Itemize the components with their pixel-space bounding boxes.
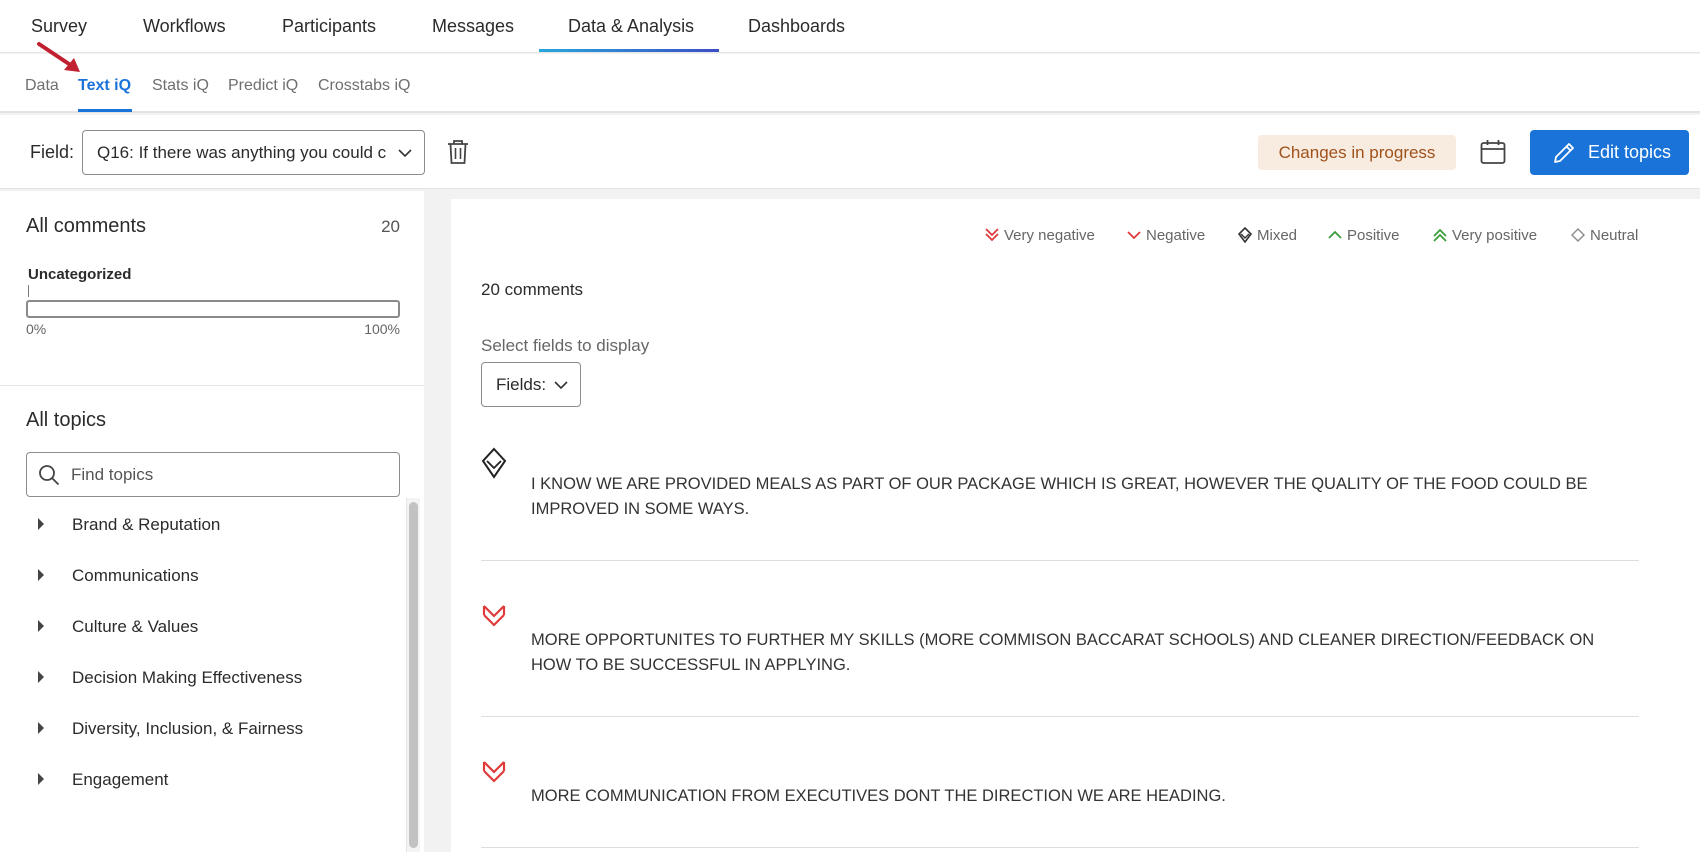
status-badge: Changes in progress <box>1258 135 1456 170</box>
expand-caret-icon[interactable] <box>38 722 44 734</box>
pencil-icon <box>1554 143 1574 163</box>
nav-tab-messages[interactable]: Messages <box>432 16 514 37</box>
topic-item-communications[interactable]: Communications <box>0 556 405 596</box>
topic-label: Culture & Values <box>72 617 199 636</box>
active-subtab-indicator <box>78 109 132 112</box>
field-select-value: Q16: If there was anything you could c <box>97 143 387 162</box>
trash-icon[interactable] <box>447 139 469 165</box>
progress-marker <box>28 285 29 297</box>
legend-very-negative: Very negative <box>985 227 1095 247</box>
expand-caret-icon[interactable] <box>38 518 44 530</box>
sidebar-divider <box>0 385 424 386</box>
nav-tab-dashboards[interactable]: Dashboards <box>748 16 845 37</box>
all-comments-count: 20 <box>381 217 400 236</box>
chevron-down-icon <box>398 149 412 158</box>
topic-item-decision-making[interactable]: Decision Making Effectiveness <box>0 658 405 698</box>
mixed-sentiment-icon[interactable] <box>481 447 507 479</box>
topic-item-diversity[interactable]: Diversity, Inclusion, & Fairness <box>0 709 405 749</box>
expand-caret-icon[interactable] <box>38 671 44 683</box>
legend-very-positive: Very positive <box>1433 227 1537 247</box>
topics-scrollbar-thumb[interactable] <box>409 502 418 848</box>
uncategorized-label: Uncategorized <box>28 266 132 283</box>
comment-divider <box>481 847 1639 848</box>
subtab-data[interactable]: Data <box>25 77 59 95</box>
topic-label: Decision Making Effectiveness <box>72 668 303 687</box>
very-negative-icon <box>985 228 999 242</box>
legend-negative: Negative <box>1127 227 1205 247</box>
search-icon <box>39 465 60 486</box>
field-toolbar: Field: Q16: If there was anything you co… <box>0 115 1700 189</box>
topic-label: Communications <box>72 566 199 585</box>
nav-tab-data-analysis[interactable]: Data & Analysis <box>568 16 694 37</box>
comments-panel: Very negative Negative Mixed Positive Ve… <box>451 199 1700 852</box>
progress-max-label: 100% <box>364 321 400 337</box>
subtab-crosstabs-iq[interactable]: Crosstabs iQ <box>318 77 410 95</box>
nav-tab-workflows[interactable]: Workflows <box>143 16 226 37</box>
expand-caret-icon[interactable] <box>38 620 44 632</box>
topic-label: Engagement <box>72 770 169 789</box>
subtab-stats-iq[interactable]: Stats iQ <box>152 77 209 95</box>
positive-icon <box>1328 230 1342 239</box>
very-positive-icon <box>1433 228 1447 242</box>
edit-topics-label: Edit topics <box>1588 142 1672 162</box>
expand-caret-icon[interactable] <box>38 773 44 785</box>
legend-positive: Positive <box>1328 227 1400 247</box>
uncategorized-progress-bar <box>26 300 400 318</box>
negative-icon <box>1127 231 1141 240</box>
topic-search <box>26 452 400 497</box>
comment-text: I KNOW WE ARE PROVIDED MEALS AS PART OF … <box>531 475 1588 518</box>
calendar-icon[interactable] <box>1480 139 1506 165</box>
progress-min-label: 0% <box>26 321 47 337</box>
edit-topics-button[interactable]: Edit topics <box>1530 130 1689 175</box>
top-navigation: Survey Workflows Participants Messages D… <box>0 0 1700 53</box>
select-fields-label: Select fields to display <box>481 336 650 355</box>
field-label: Field: <box>30 142 75 162</box>
chevron-down-icon <box>554 381 568 390</box>
neutral-icon <box>1571 228 1585 242</box>
all-comments-title[interactable]: All comments <box>26 215 146 238</box>
topic-label: Brand & Reputation <box>72 515 221 534</box>
field-select[interactable]: Q16: If there was anything you could c <box>82 130 425 175</box>
topic-item-brand-reputation[interactable]: Brand & Reputation <box>0 505 405 545</box>
comment-count: 20 comments <box>481 280 584 299</box>
comment-divider <box>481 560 1639 561</box>
fields-dropdown-label: Fields: <box>496 375 547 394</box>
topics-sidebar: All comments 20 Uncategorized 0% 100% Al… <box>0 191 424 852</box>
mixed-icon <box>1237 226 1253 244</box>
comment-text: MORE COMMUNICATION FROM EXECUTIVES DONT … <box>531 787 1226 805</box>
fields-dropdown[interactable]: Fields: <box>481 362 581 407</box>
comment-text: MORE OPPORTUNITES TO FURTHER MY SKILLS (… <box>531 631 1595 674</box>
subtab-text-iq[interactable]: Text iQ <box>78 77 131 95</box>
active-tab-indicator <box>539 49 719 52</box>
nav-tab-participants[interactable]: Participants <box>282 16 376 37</box>
very-negative-sentiment-icon[interactable] <box>481 759 507 789</box>
nav-tab-survey[interactable]: Survey <box>31 16 87 37</box>
legend-mixed: Mixed <box>1237 226 1297 247</box>
very-negative-sentiment-icon[interactable] <box>481 603 507 633</box>
topic-label: Diversity, Inclusion, & Fairness <box>72 719 304 738</box>
all-topics-title: All topics <box>26 409 107 431</box>
expand-caret-icon[interactable] <box>38 569 44 581</box>
find-topics-input[interactable] <box>71 463 381 487</box>
sub-navigation: Data Text iQ Stats iQ Predict iQ Crossta… <box>0 54 1700 113</box>
subtab-predict-iq[interactable]: Predict iQ <box>228 77 298 95</box>
topic-item-engagement[interactable]: Engagement <box>0 760 405 800</box>
topic-item-culture-values[interactable]: Culture & Values <box>0 607 405 647</box>
legend-neutral: Neutral <box>1571 227 1638 247</box>
annotation-arrow-icon <box>37 42 80 72</box>
comment-divider <box>481 716 1639 717</box>
